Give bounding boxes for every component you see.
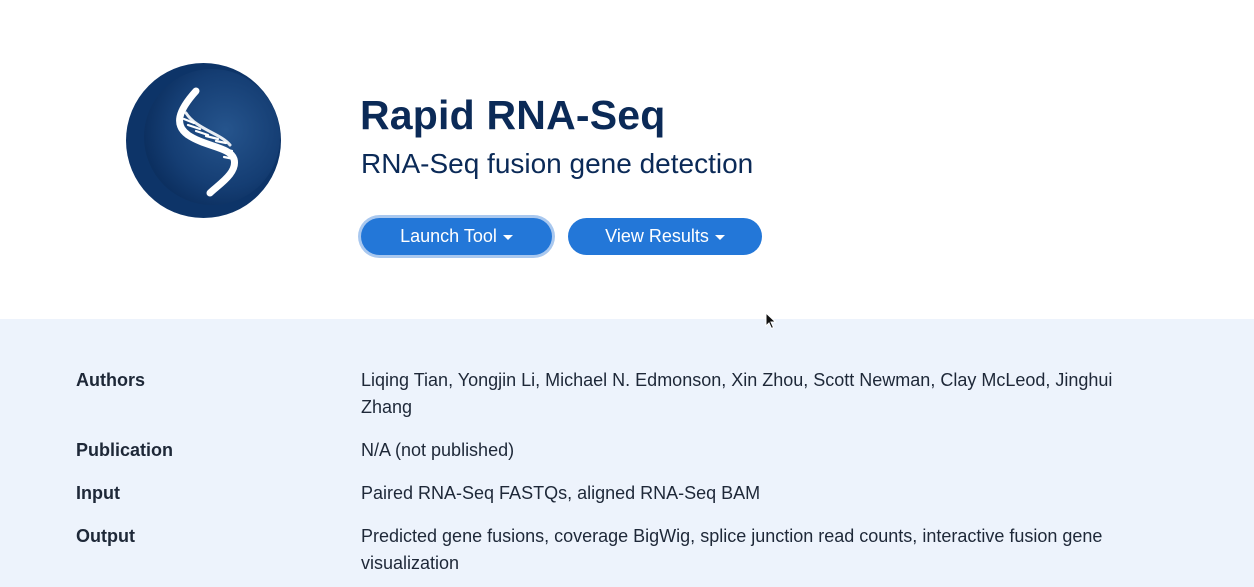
dna-helix-icon <box>126 63 281 218</box>
launch-tool-button[interactable]: Launch Tool <box>361 218 552 255</box>
launch-tool-label: Launch Tool <box>400 226 497 246</box>
tool-header: Rapid RNA-Seq RNA-Seq fusion gene detect… <box>0 0 1254 319</box>
mouse-pointer-icon <box>765 312 777 330</box>
detail-label: Output <box>76 526 135 546</box>
caret-down-icon <box>714 234 725 240</box>
page-title: Rapid RNA-Seq <box>360 92 666 138</box>
view-results-button[interactable]: View Results <box>568 218 762 255</box>
detail-value: Paired RNA-Seq FASTQs, aligned RNA-Seq B… <box>361 483 761 503</box>
view-results-label: View Results <box>605 226 709 246</box>
page-subtitle: RNA-Seq fusion gene detection <box>361 148 754 179</box>
detail-value: N/A (not published) <box>361 440 515 460</box>
detail-label: Input <box>76 483 120 503</box>
detail-label: Publication <box>76 440 174 460</box>
detail-value: Predicted gene fusions, coverage BigWig,… <box>361 526 1103 573</box>
tool-details: Authors Liqing Tian, Yongjin Li, Michael… <box>0 319 1254 587</box>
detail-value: Liqing Tian, Yongjin Li, Michael N. Edmo… <box>361 370 1113 417</box>
detail-label: Authors <box>76 370 145 390</box>
caret-down-icon <box>502 234 513 240</box>
